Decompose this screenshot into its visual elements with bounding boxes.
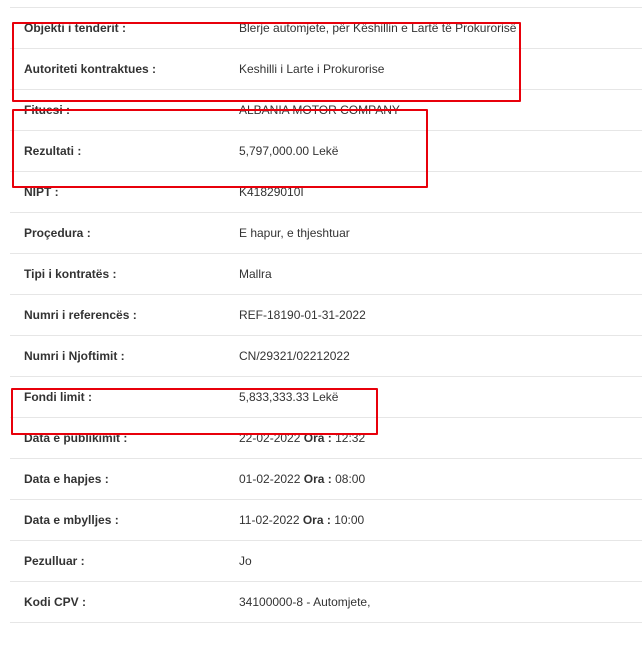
row-value: 5,833,333.33 Lekë (239, 390, 339, 404)
row-value: Mallra (239, 267, 272, 281)
row-value: Keshilli i Larte i Prokurorise (239, 62, 385, 76)
row-label: NIPT : (24, 185, 59, 199)
row-label: Kodi CPV : (24, 595, 86, 609)
row-objekti: Objekti i tenderit : Blerje automjete, p… (10, 8, 642, 49)
row-label: Numri i Njoftimit : (24, 349, 125, 363)
row-value: REF-18190-01-31-2022 (239, 308, 366, 322)
row-data-publikimit: Data e publikimit : 22-02-2022 Ora : 12:… (10, 418, 642, 459)
date-value: 01-02-2022 (239, 472, 301, 486)
row-value: K41829010I (239, 185, 304, 199)
row-label: Data e hapjes : (24, 472, 109, 486)
row-pezulluar: Pezulluar : Jo (10, 541, 642, 582)
row-value: Jo (239, 554, 252, 568)
row-value: 01-02-2022 Ora : 08:00 (239, 459, 365, 500)
date-value: 22-02-2022 (239, 431, 301, 445)
row-procedura: Proçedura : E hapur, e thjeshtuar (10, 213, 642, 254)
time-value: 12:32 (335, 431, 366, 445)
row-value: 11-02-2022 Ora : 10:00 (239, 500, 364, 541)
row-label: Pezulluar : (24, 554, 85, 568)
time-value: 08:00 (335, 472, 366, 486)
row-label: Proçedura : (24, 226, 91, 240)
row-fituesi: Fituesi : ALBANIA MOTOR COMPANY (10, 90, 642, 131)
row-value: ALBANIA MOTOR COMPANY (239, 103, 400, 117)
row-value: CN/29321/02212022 (239, 349, 350, 363)
row-autoriteti: Autoriteti kontraktues : Keshilli i Lart… (10, 49, 642, 90)
row-label: Autoriteti kontraktues : (24, 62, 157, 76)
row-label: Objekti i tenderit : (24, 21, 127, 35)
row-tipi-kontrates: Tipi i kontratës : Mallra (10, 254, 642, 295)
row-label: Data e mbylljes : (24, 513, 119, 527)
row-label: Fondi limit : (24, 390, 92, 404)
row-numri-references: Numri i referencës : REF-18190-01-31-202… (10, 295, 642, 336)
row-label: Rezultati : (24, 144, 82, 158)
row-value: 5,797,000.00 Lekë (239, 144, 339, 158)
row-value: Blerje automjete, për Këshillin e Lartë … (239, 21, 517, 35)
row-label: Tipi i kontratës : (24, 267, 117, 281)
time-label: Ora : (303, 472, 332, 486)
time-value: 10:00 (334, 513, 365, 527)
date-value: 11-02-2022 (239, 513, 300, 527)
row-kodi-cpv: Kodi CPV : 34100000-8 - Automjete, (10, 582, 642, 623)
row-value: 22-02-2022 Ora : 12:32 (239, 418, 365, 459)
time-label: Ora : (303, 431, 332, 445)
row-rezultati: Rezultati : 5,797,000.00 Lekë (10, 131, 642, 172)
row-nipt: NIPT : K41829010I (10, 172, 642, 213)
row-label: Numri i referencës : (24, 308, 137, 322)
row-numri-njoftimit: Numri i Njoftimit : CN/29321/02212022 (10, 336, 642, 377)
row-value: 34100000-8 - Automjete, (239, 595, 371, 609)
row-fondi-limit: Fondi limit : 5,833,333.33 Lekë (10, 377, 642, 418)
row-value: E hapur, e thjeshtuar (239, 226, 350, 240)
row-data-hapjes: Data e hapjes : 01-02-2022 Ora : 08:00 (10, 459, 642, 500)
row-label: Data e publikimit : (24, 431, 128, 445)
row-data-mbylljes: Data e mbylljes : 11-02-2022 Ora : 10:00 (10, 500, 642, 541)
row-label: Fituesi : (24, 103, 71, 117)
time-label: Ora : (302, 513, 331, 527)
